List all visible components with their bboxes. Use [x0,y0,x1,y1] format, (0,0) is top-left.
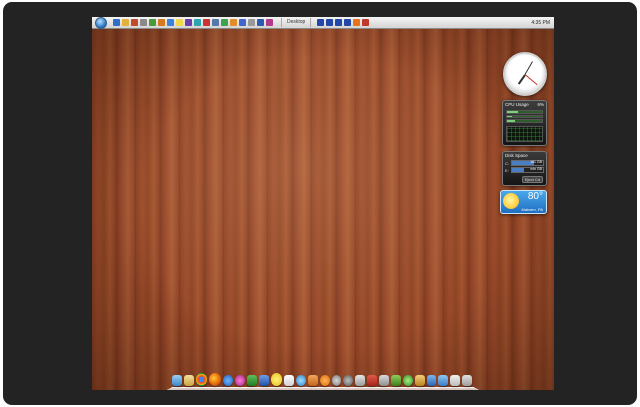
documents-icon[interactable] [450,375,461,386]
cpu-core-bar [506,110,543,114]
trash-icon[interactable] [462,375,472,386]
quick-launch-bar [113,19,275,26]
app-icon-12[interactable] [212,19,219,26]
app-icon-6[interactable] [158,19,165,26]
second-hand [524,74,538,86]
clock-gadget[interactable] [503,52,547,96]
app-icon-5[interactable] [149,19,156,26]
cpu-percent: 6% [537,102,544,107]
app-icon-11[interactable] [203,19,210,26]
windows-orb-icon[interactable] [95,17,107,29]
app-icon-2[interactable] [122,19,129,26]
drive-usage-bar: 161 GB [511,160,544,166]
app-icon-7[interactable] [167,19,174,26]
dock-shelf [155,387,491,390]
app-icon-10[interactable] [194,19,201,26]
app-icon-24[interactable] [362,19,370,26]
app-icon-9[interactable] [185,19,192,26]
eject-button[interactable]: Eject Cd [521,176,543,183]
notes-icon[interactable] [284,375,295,386]
drive-letter: E: [505,167,509,173]
cpu-usage-gadget[interactable]: CPU Usage 6% [502,100,547,146]
cpu-header: CPU Usage 6% [503,101,546,108]
disk-row-c: C: 161 GB [505,160,544,166]
hour-hand [517,74,526,85]
magnet-icon[interactable] [367,375,378,386]
drive-size: 161 GB [530,160,542,164]
settings-icon[interactable] [331,375,342,386]
weather-gadget[interactable]: 80° Malvern, PA [500,190,547,214]
firefox-icon[interactable] [209,373,222,386]
drive-letter: C: [505,160,509,166]
cpu-graph [506,126,543,142]
app-icon-23[interactable] [353,19,361,26]
drive-icon[interactable] [379,375,389,386]
photos-icon[interactable] [414,375,425,386]
smiley-icon[interactable] [270,373,283,386]
contacts-icon[interactable] [307,375,318,386]
drive-size: min GB [530,167,542,171]
app-icon-14[interactable] [230,19,237,26]
cpu-core-bar [506,114,543,119]
file-icon[interactable] [183,375,194,386]
app-icon-4[interactable] [140,19,147,26]
app-icon-8[interactable] [176,19,183,26]
dock [172,370,472,386]
itunes-icon[interactable] [223,375,233,386]
finder-icon[interactable] [172,375,182,386]
desktop-icon[interactable] [438,375,449,386]
taskbar-clock[interactable]: 4:35 PM [531,20,550,26]
minute-hand [524,61,533,75]
weather-temperature: 80° [527,191,543,202]
disk-title: Disk Space [505,153,528,158]
app-icon-16[interactable] [248,19,255,26]
monitor-frame: Desktop 4:35 PM CPU Usage 6% Disk Space … [3,2,637,405]
chrome-icon[interactable] [195,373,208,386]
cpu-core-bars [506,110,543,124]
app-icon-18[interactable] [266,19,273,26]
music-icon[interactable] [402,375,413,386]
weather-location: Malvern, PA [521,207,544,212]
disk-row-e: E: min GB [505,167,544,173]
system-tray [317,19,371,26]
cpu-title: CPU Usage [505,102,529,107]
messenger-icon[interactable] [234,375,245,386]
app-icon-15[interactable] [239,19,246,26]
app-icon-3[interactable] [131,19,138,26]
app-icon-19[interactable] [317,19,325,26]
app-icon-17[interactable] [257,19,264,26]
app-icon-1[interactable] [113,19,120,26]
app-icon-22[interactable] [344,19,352,26]
sun-icon [503,193,519,209]
app-icon-20[interactable] [326,19,334,26]
desktop-toolbar-label[interactable]: Desktop [281,18,312,27]
media-player-icon[interactable] [319,375,330,386]
cpu-core-bar [506,119,543,124]
utility-icon[interactable] [355,375,366,386]
game-icon[interactable] [390,375,401,386]
app-store-icon[interactable] [426,375,437,386]
disk-space-gadget[interactable]: Disk Space C: 161 GB E: min GB Eject Cd [502,151,547,186]
excel-icon[interactable] [246,375,257,386]
gear-icon[interactable] [343,375,354,386]
desktop[interactable]: Desktop 4:35 PM CPU Usage 6% Disk Space … [92,17,554,390]
top-taskbar: Desktop 4:35 PM [92,17,554,29]
word-icon[interactable] [258,375,269,386]
network-icon[interactable] [296,375,306,386]
drive-usage-bar: min GB [510,167,544,173]
app-icon-21[interactable] [335,19,343,26]
app-icon-13[interactable] [221,19,228,26]
